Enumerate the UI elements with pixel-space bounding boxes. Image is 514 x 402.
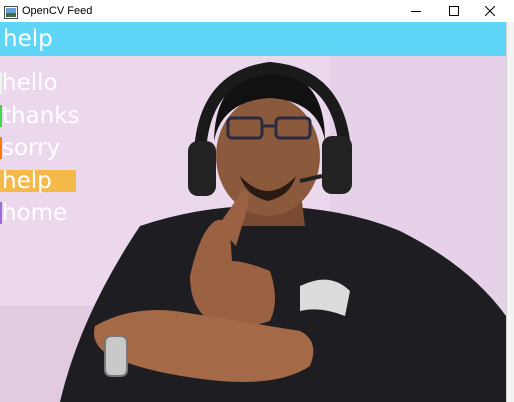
title-bar[interactable]: OpenCV Feed: [0, 0, 514, 22]
opencv-window: OpenCV Feed help hello thanks sorry help…: [0, 0, 514, 402]
action-label-help: help: [2, 168, 52, 194]
close-button[interactable]: [472, 0, 508, 22]
window-title: OpenCV Feed: [22, 5, 93, 17]
minimize-button[interactable]: [398, 0, 434, 22]
action-label-home: home: [2, 200, 68, 226]
prediction-bar: help: [0, 22, 506, 56]
close-icon: [485, 6, 495, 16]
action-label-thanks: thanks: [2, 103, 80, 129]
prediction-text: help: [3, 26, 53, 52]
window-edge-strip: [506, 22, 514, 402]
action-label-sorry: sorry: [2, 135, 61, 161]
maximize-icon: [449, 6, 459, 16]
action-label-hello: hello: [2, 70, 58, 96]
minimize-icon: [411, 6, 421, 16]
app-icon: [4, 4, 18, 19]
maximize-button[interactable]: [436, 0, 472, 22]
